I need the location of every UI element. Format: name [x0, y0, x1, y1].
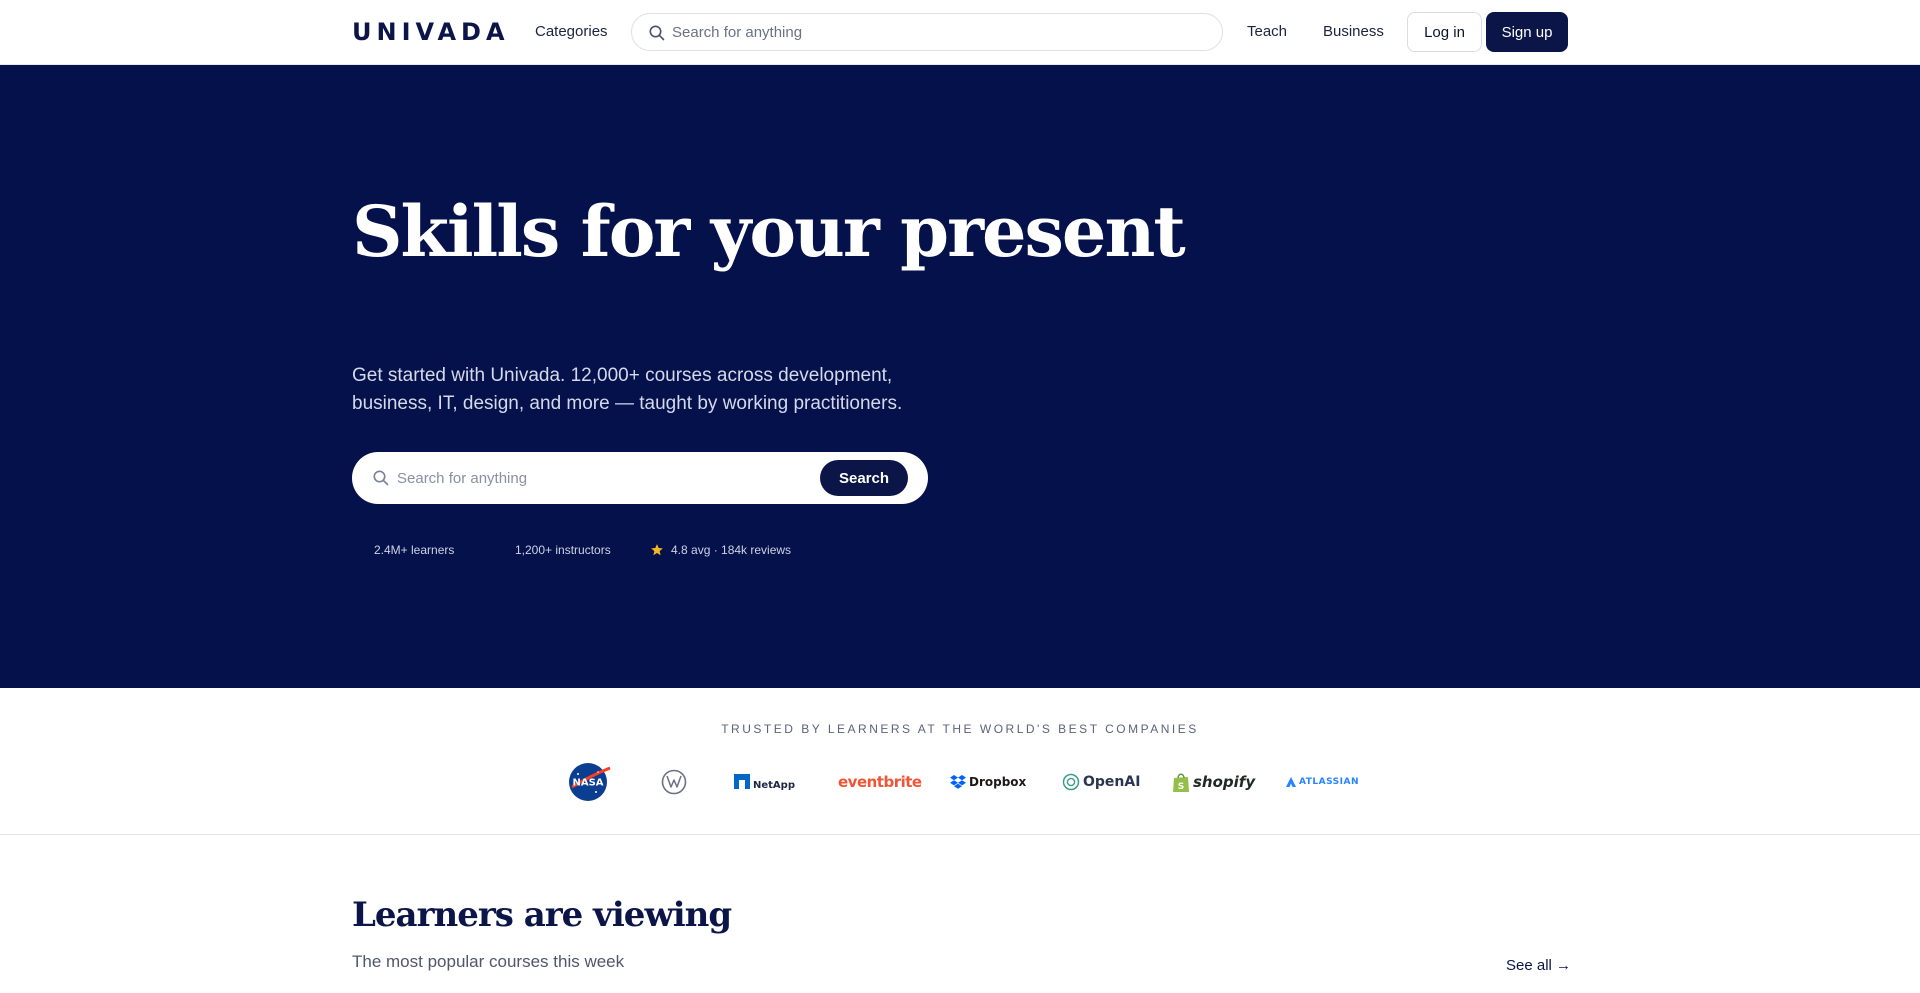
- see-all-link[interactable]: See all →: [1506, 957, 1571, 974]
- stat-instructors: 1,200+ instructors: [515, 543, 611, 557]
- signup-button[interactable]: Sign up: [1486, 12, 1568, 52]
- openai-logo-text: OpenAI: [1083, 774, 1141, 790]
- dropbox-logo-text: Dropbox: [969, 775, 1027, 789]
- hero-search-button[interactable]: Search: [820, 460, 908, 496]
- volkswagen-logo: [661, 762, 687, 802]
- stat-rating: 4.8 avg · 184k reviews: [671, 543, 792, 557]
- hero-search-bar[interactable]: Search: [352, 452, 928, 504]
- hero-subtitle: Get started with Univada. 12,000+ course…: [352, 362, 952, 418]
- shopify-logo-text: shopify: [1193, 773, 1256, 791]
- hero-search-input[interactable]: [397, 466, 797, 490]
- star-icon: [651, 544, 663, 556]
- search-icon: [649, 25, 665, 41]
- nasa-logo-text: NASA: [572, 778, 603, 789]
- atlassian-logo: ATLASSIAN: [1286, 762, 1359, 802]
- hero-subtitle-line1: Get started with Univada. 12,000+ course…: [352, 365, 893, 386]
- eventbrite-logo: eventbrite: [838, 762, 922, 802]
- hero-title: Skills for your present: [352, 190, 1186, 273]
- top-nav: UNIVADA Categories Teach Business Log in…: [0, 0, 1920, 65]
- shopify-logo: S shopify: [1172, 762, 1255, 802]
- stat-learners: 2.4M+ learners: [374, 543, 455, 557]
- netapp-logo-text: NetApp: [753, 780, 795, 791]
- section-divider: [0, 834, 1920, 835]
- categories-menu[interactable]: Categories: [535, 23, 608, 40]
- netapp-logo: NetApp: [734, 762, 798, 802]
- login-button[interactable]: Log in: [1407, 12, 1482, 52]
- dropbox-logo: Dropbox: [950, 762, 1026, 802]
- section-title: Learners are viewing: [352, 895, 732, 935]
- business-link[interactable]: Business: [1323, 23, 1384, 40]
- top-search-input[interactable]: [672, 21, 1192, 43]
- hero-subtitle-line2: business, IT, design, and more — taught …: [352, 393, 903, 414]
- section-subtitle: The most popular courses this week: [352, 952, 625, 971]
- eventbrite-logo-text: eventbrite: [838, 773, 922, 791]
- openai-logo: OpenAI: [1062, 762, 1140, 802]
- svg-text:S: S: [1178, 782, 1184, 792]
- search-icon: [373, 470, 389, 486]
- teach-link[interactable]: Teach: [1247, 23, 1287, 40]
- shopify-bag-icon: S: [1173, 773, 1189, 792]
- univada-logo[interactable]: UNIVADA: [352, 18, 510, 46]
- hero-section: Skills for your present Get started with…: [0, 65, 1920, 688]
- nasa-logo: NASA: [568, 762, 612, 802]
- atlassian-icon: [1286, 777, 1296, 787]
- top-search-bar[interactable]: [631, 13, 1223, 51]
- atlassian-logo-text: ATLASSIAN: [1299, 777, 1360, 787]
- trusted-label: TRUSTED BY LEARNERS AT THE WORLD'S BEST …: [721, 722, 1199, 736]
- dropbox-icon: [950, 775, 966, 789]
- openai-icon: [1062, 773, 1080, 791]
